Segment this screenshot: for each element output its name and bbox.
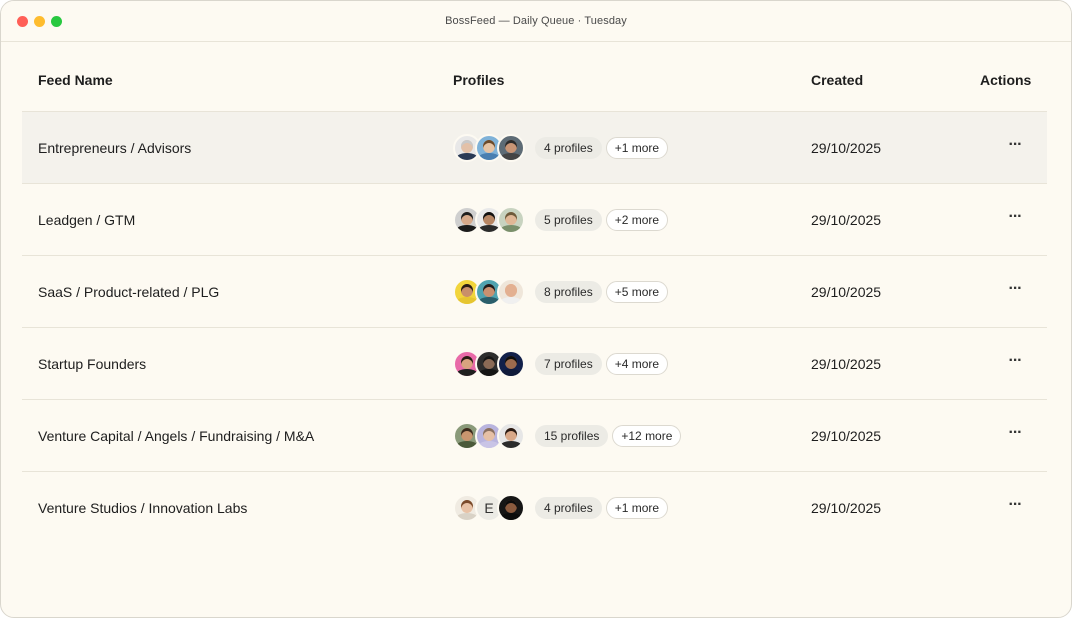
title-bar: BossFeed — Daily Queue · Tuesday	[1, 1, 1071, 42]
table-row[interactable]: Entrepreneurs / Advisors 4 profiles +1 mor…	[22, 112, 1047, 184]
avatar-stack[interactable]	[453, 350, 525, 378]
more-horizontal-icon[interactable]: ···	[1002, 422, 1028, 448]
column-header-actions: Actions	[980, 72, 1032, 88]
feed-name-cell[interactable]: Startup Founders	[38, 356, 146, 372]
created-date-cell: 29/10/2025	[811, 140, 882, 156]
profiles-cell: 5 profiles +2 more	[453, 205, 669, 235]
column-header-profiles[interactable]: Profiles	[453, 72, 504, 88]
created-date-cell: 29/10/2025	[811, 428, 882, 444]
more-profiles-button[interactable]: +4 more	[605, 353, 669, 375]
profiles-count-badge: 4 profiles	[535, 137, 602, 159]
created-date-cell: 29/10/2025	[811, 284, 882, 300]
profiles-count-badge: 8 profiles	[535, 281, 602, 303]
feed-name-cell[interactable]: Entrepreneurs / Advisors	[38, 140, 191, 156]
more-profiles-button[interactable]: +1 more	[605, 497, 669, 519]
feed-name-cell[interactable]: Venture Studios / Innovation Labs	[38, 500, 247, 516]
avatar-stack[interactable]	[453, 134, 525, 162]
column-header-feed-name[interactable]: Feed Name	[38, 72, 113, 88]
column-header-created[interactable]: Created	[811, 72, 863, 88]
more-horizontal-icon[interactable]: ···	[1002, 494, 1028, 520]
avatar	[497, 278, 525, 306]
profiles-cell: 15 profiles +12 more	[453, 421, 682, 451]
avatar	[497, 494, 525, 522]
profiles-cell: 7 profiles +4 more	[453, 349, 669, 379]
profiles-count-badge: 5 profiles	[535, 209, 602, 231]
avatar	[497, 350, 525, 378]
profiles-cell: 8 profiles +5 more	[453, 277, 669, 307]
table-row[interactable]: Venture Capital / Angels / Fundraising /…	[22, 400, 1047, 472]
table-row[interactable]: Leadgen / GTM 5 profiles +2 more 29/10/2025…	[22, 184, 1047, 256]
feed-name-cell[interactable]: Venture Capital / Angels / Fundraising /…	[38, 428, 314, 444]
avatar	[497, 422, 525, 450]
app-window: BossFeed — Daily Queue · Tuesday Feed Na…	[0, 0, 1072, 618]
profiles-count-badge: 4 profiles	[535, 497, 602, 519]
more-horizontal-icon[interactable]: ···	[1002, 206, 1028, 232]
more-profiles-button[interactable]: +5 more	[605, 281, 669, 303]
feed-name-cell[interactable]: SaaS / Product-related / PLG	[38, 284, 219, 300]
avatar	[497, 206, 525, 234]
avatar	[497, 134, 525, 162]
window-title: BossFeed — Daily Queue · Tuesday	[445, 15, 627, 27]
more-profiles-button[interactable]: +1 more	[605, 137, 669, 159]
more-profiles-button[interactable]: +2 more	[605, 209, 669, 231]
profiles-count-badge: 15 profiles	[535, 425, 609, 447]
profiles-count-badge: 7 profiles	[535, 353, 602, 375]
table-row[interactable]: Venture Studios / Innovation Labs E 4 prof…	[22, 472, 1047, 543]
feed-name-cell[interactable]: Leadgen / GTM	[38, 212, 135, 228]
profiles-cell: 4 profiles +1 more	[453, 133, 669, 163]
table-body: Entrepreneurs / Advisors 4 profiles +1 mor…	[22, 112, 1047, 543]
avatar-stack[interactable]	[453, 206, 525, 234]
avatar-stack[interactable]	[453, 278, 525, 306]
table-row[interactable]: Startup Founders 7 profiles +4 more 29/10/2…	[22, 328, 1047, 400]
avatar-stack[interactable]: E	[453, 494, 525, 522]
created-date-cell: 29/10/2025	[811, 212, 882, 228]
more-horizontal-icon[interactable]: ···	[1002, 278, 1028, 304]
more-horizontal-icon[interactable]: ···	[1002, 134, 1028, 160]
profiles-cell: E 4 profiles +1 more	[453, 493, 669, 523]
more-horizontal-icon[interactable]: ···	[1002, 350, 1028, 376]
more-profiles-button[interactable]: +12 more	[612, 425, 682, 447]
created-date-cell: 29/10/2025	[811, 500, 882, 516]
table-row[interactable]: SaaS / Product-related / PLG 8 profiles +5…	[22, 256, 1047, 328]
avatar-stack[interactable]	[453, 422, 525, 450]
table-header: Feed Name Profiles Created Actions	[22, 42, 1047, 112]
feeds-table: Feed Name Profiles Created Actions Entre…	[22, 42, 1047, 543]
created-date-cell: 29/10/2025	[811, 356, 882, 372]
